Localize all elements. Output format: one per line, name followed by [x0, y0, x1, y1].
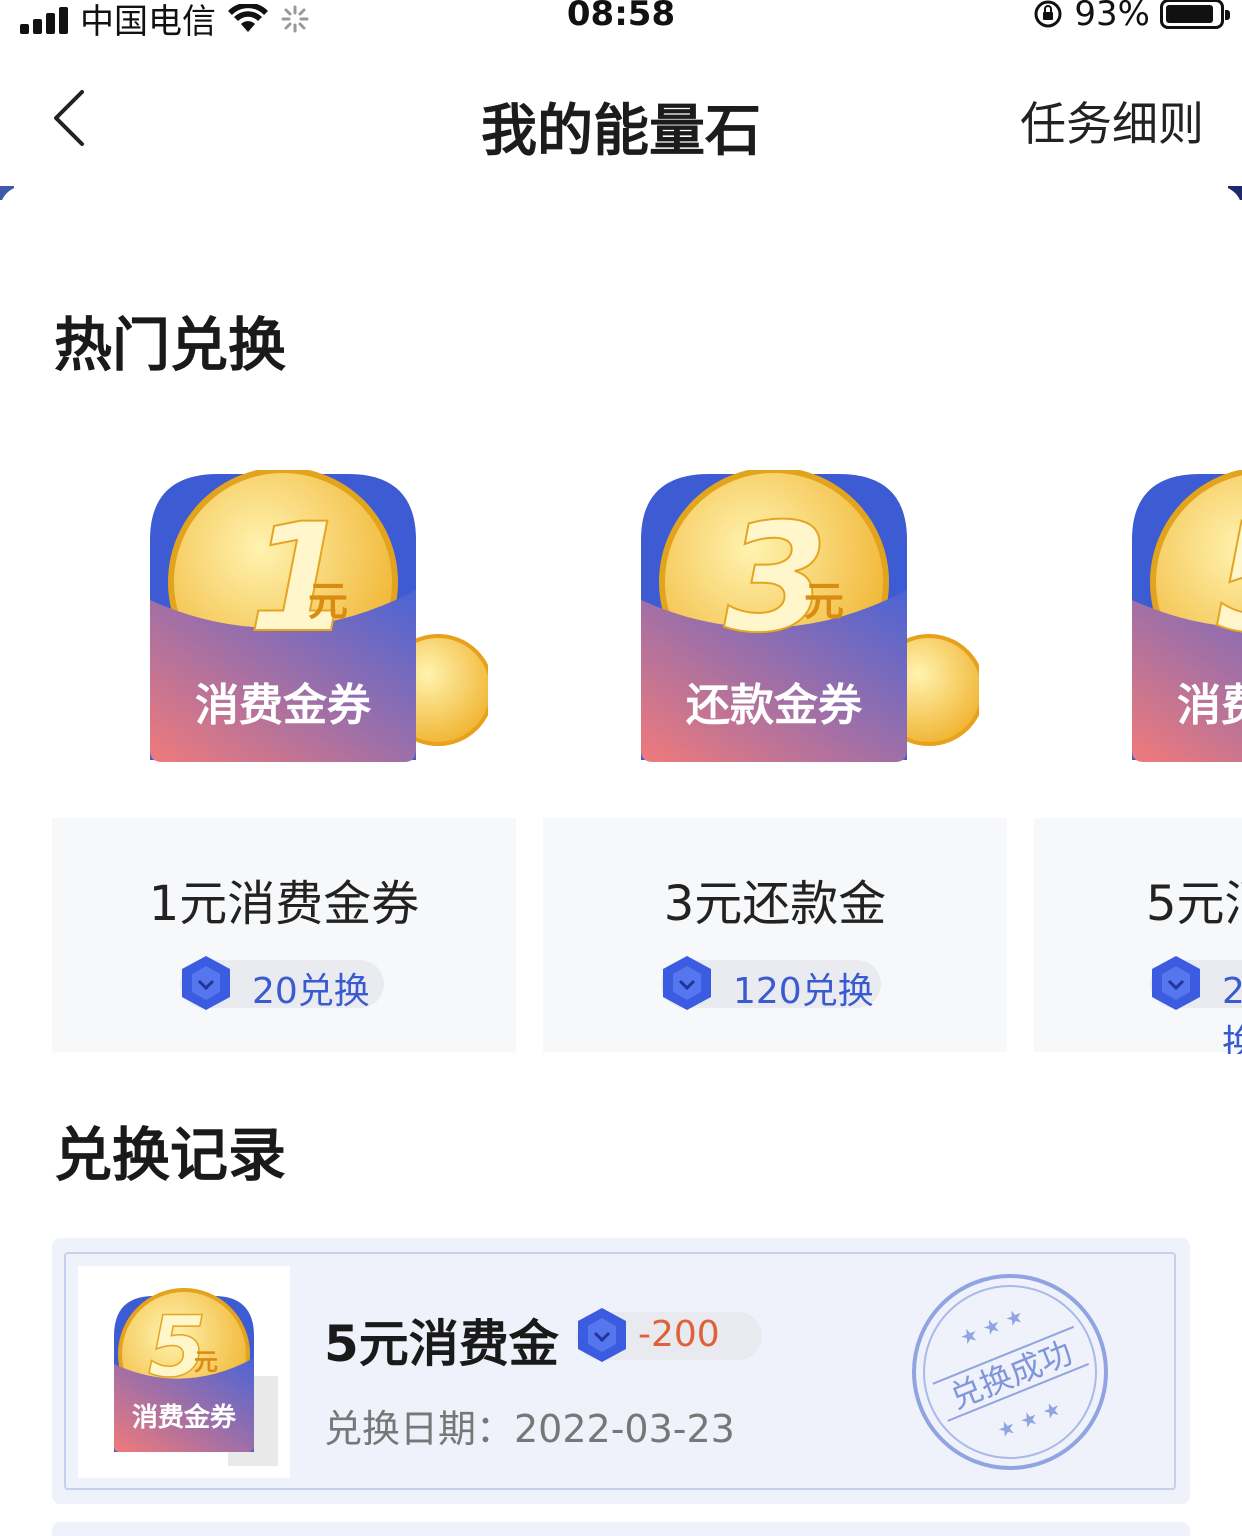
- status-bar: 中国电信 08:58 93%: [0, 0, 1242, 42]
- svg-text:消费金券: 消费金券: [132, 1402, 237, 1433]
- coupon-badge-icon: 5 元 消费金券: [1132, 470, 1242, 762]
- record-card[interactable]: [52, 1522, 1190, 1536]
- energy-stone-icon: [1152, 956, 1200, 1010]
- price-label: 20兑换: [252, 971, 370, 1012]
- price-pill: 120兑换: [661, 956, 881, 1012]
- record-amount: -200: [638, 1314, 720, 1355]
- battery-icon: [1160, 0, 1230, 29]
- svg-text:5: 5: [1215, 492, 1242, 666]
- record-date: 兑换日期：2022-03-23: [324, 1407, 735, 1451]
- hot-item-panel: 1元消费金券 20兑换: [52, 818, 516, 1052]
- hot-item[interactable]: 1 元 消费金券 1元消费金券 20兑换: [52, 470, 516, 1054]
- status-right: 93%: [1032, 0, 1230, 34]
- price-label: 200兑换: [1222, 971, 1242, 1054]
- success-stamp-icon: 兑换成功 ★ ★ ★ ★ ★ ★: [912, 1274, 1108, 1470]
- svg-text:还款金券: 还款金券: [686, 680, 863, 731]
- hot-item-name: 5元消费金券: [1146, 876, 1242, 932]
- energy-stone-icon: [578, 1308, 626, 1362]
- hot-item[interactable]: 3 元 还款金券 3元还款金 120兑换: [543, 470, 1007, 1054]
- hot-item-panel: 3元还款金 120兑换: [543, 818, 1007, 1052]
- price-pill: 200兑换: [1150, 956, 1242, 1054]
- svg-text:★ ★ ★: ★ ★ ★: [956, 1303, 1027, 1350]
- hot-item-name: 1元消费金券: [148, 876, 420, 932]
- hot-item[interactable]: 5 元 消费金券 5元消费金券 200兑换: [1034, 470, 1242, 1054]
- svg-text:★ ★ ★: ★ ★ ★: [994, 1396, 1065, 1443]
- price-label: 120兑换: [733, 971, 874, 1012]
- svg-text:元: 元: [804, 579, 844, 625]
- price-pill: 20兑换: [180, 956, 384, 1012]
- svg-text:5: 5: [148, 1298, 206, 1396]
- svg-text:消费金券: 消费金券: [195, 680, 372, 731]
- coupon-badge-icon: 5 元 消费金券: [114, 1288, 278, 1466]
- hot-item-name: 3元还款金: [663, 876, 887, 932]
- records-title: 兑换记录: [54, 1121, 287, 1189]
- energy-stone-icon: [182, 956, 230, 1010]
- svg-text:元: 元: [194, 1348, 218, 1376]
- record-name: 5元消费金: [324, 1315, 559, 1373]
- energy-stone-icon: [663, 956, 711, 1010]
- coupon-badge-icon: 1 元 消费金券: [150, 470, 488, 762]
- orientation-lock-icon: [1034, 0, 1062, 28]
- svg-text:元: 元: [308, 579, 348, 625]
- record-thumbnail: 5 元 消费金券: [78, 1266, 290, 1478]
- battery-percent: 93%: [1074, 0, 1150, 34]
- hot-exchange-title: 热门兑换: [54, 311, 287, 379]
- hot-item-panel: 5元消费金券 200兑换: [1034, 818, 1242, 1054]
- task-rules-link[interactable]: 任务细则: [1020, 88, 1204, 154]
- record-card[interactable]: 5 元 消费金券 5元消费金 -200 兑换日期：2022-03-23 兑换成功…: [52, 1238, 1190, 1504]
- svg-text:消费金券: 消费金券: [1177, 680, 1242, 731]
- amount-pill: -200: [576, 1308, 762, 1362]
- nav-bar: 我的能量石 任务细则: [0, 60, 1242, 180]
- coupon-badge-icon: 3 元 还款金券: [641, 470, 979, 762]
